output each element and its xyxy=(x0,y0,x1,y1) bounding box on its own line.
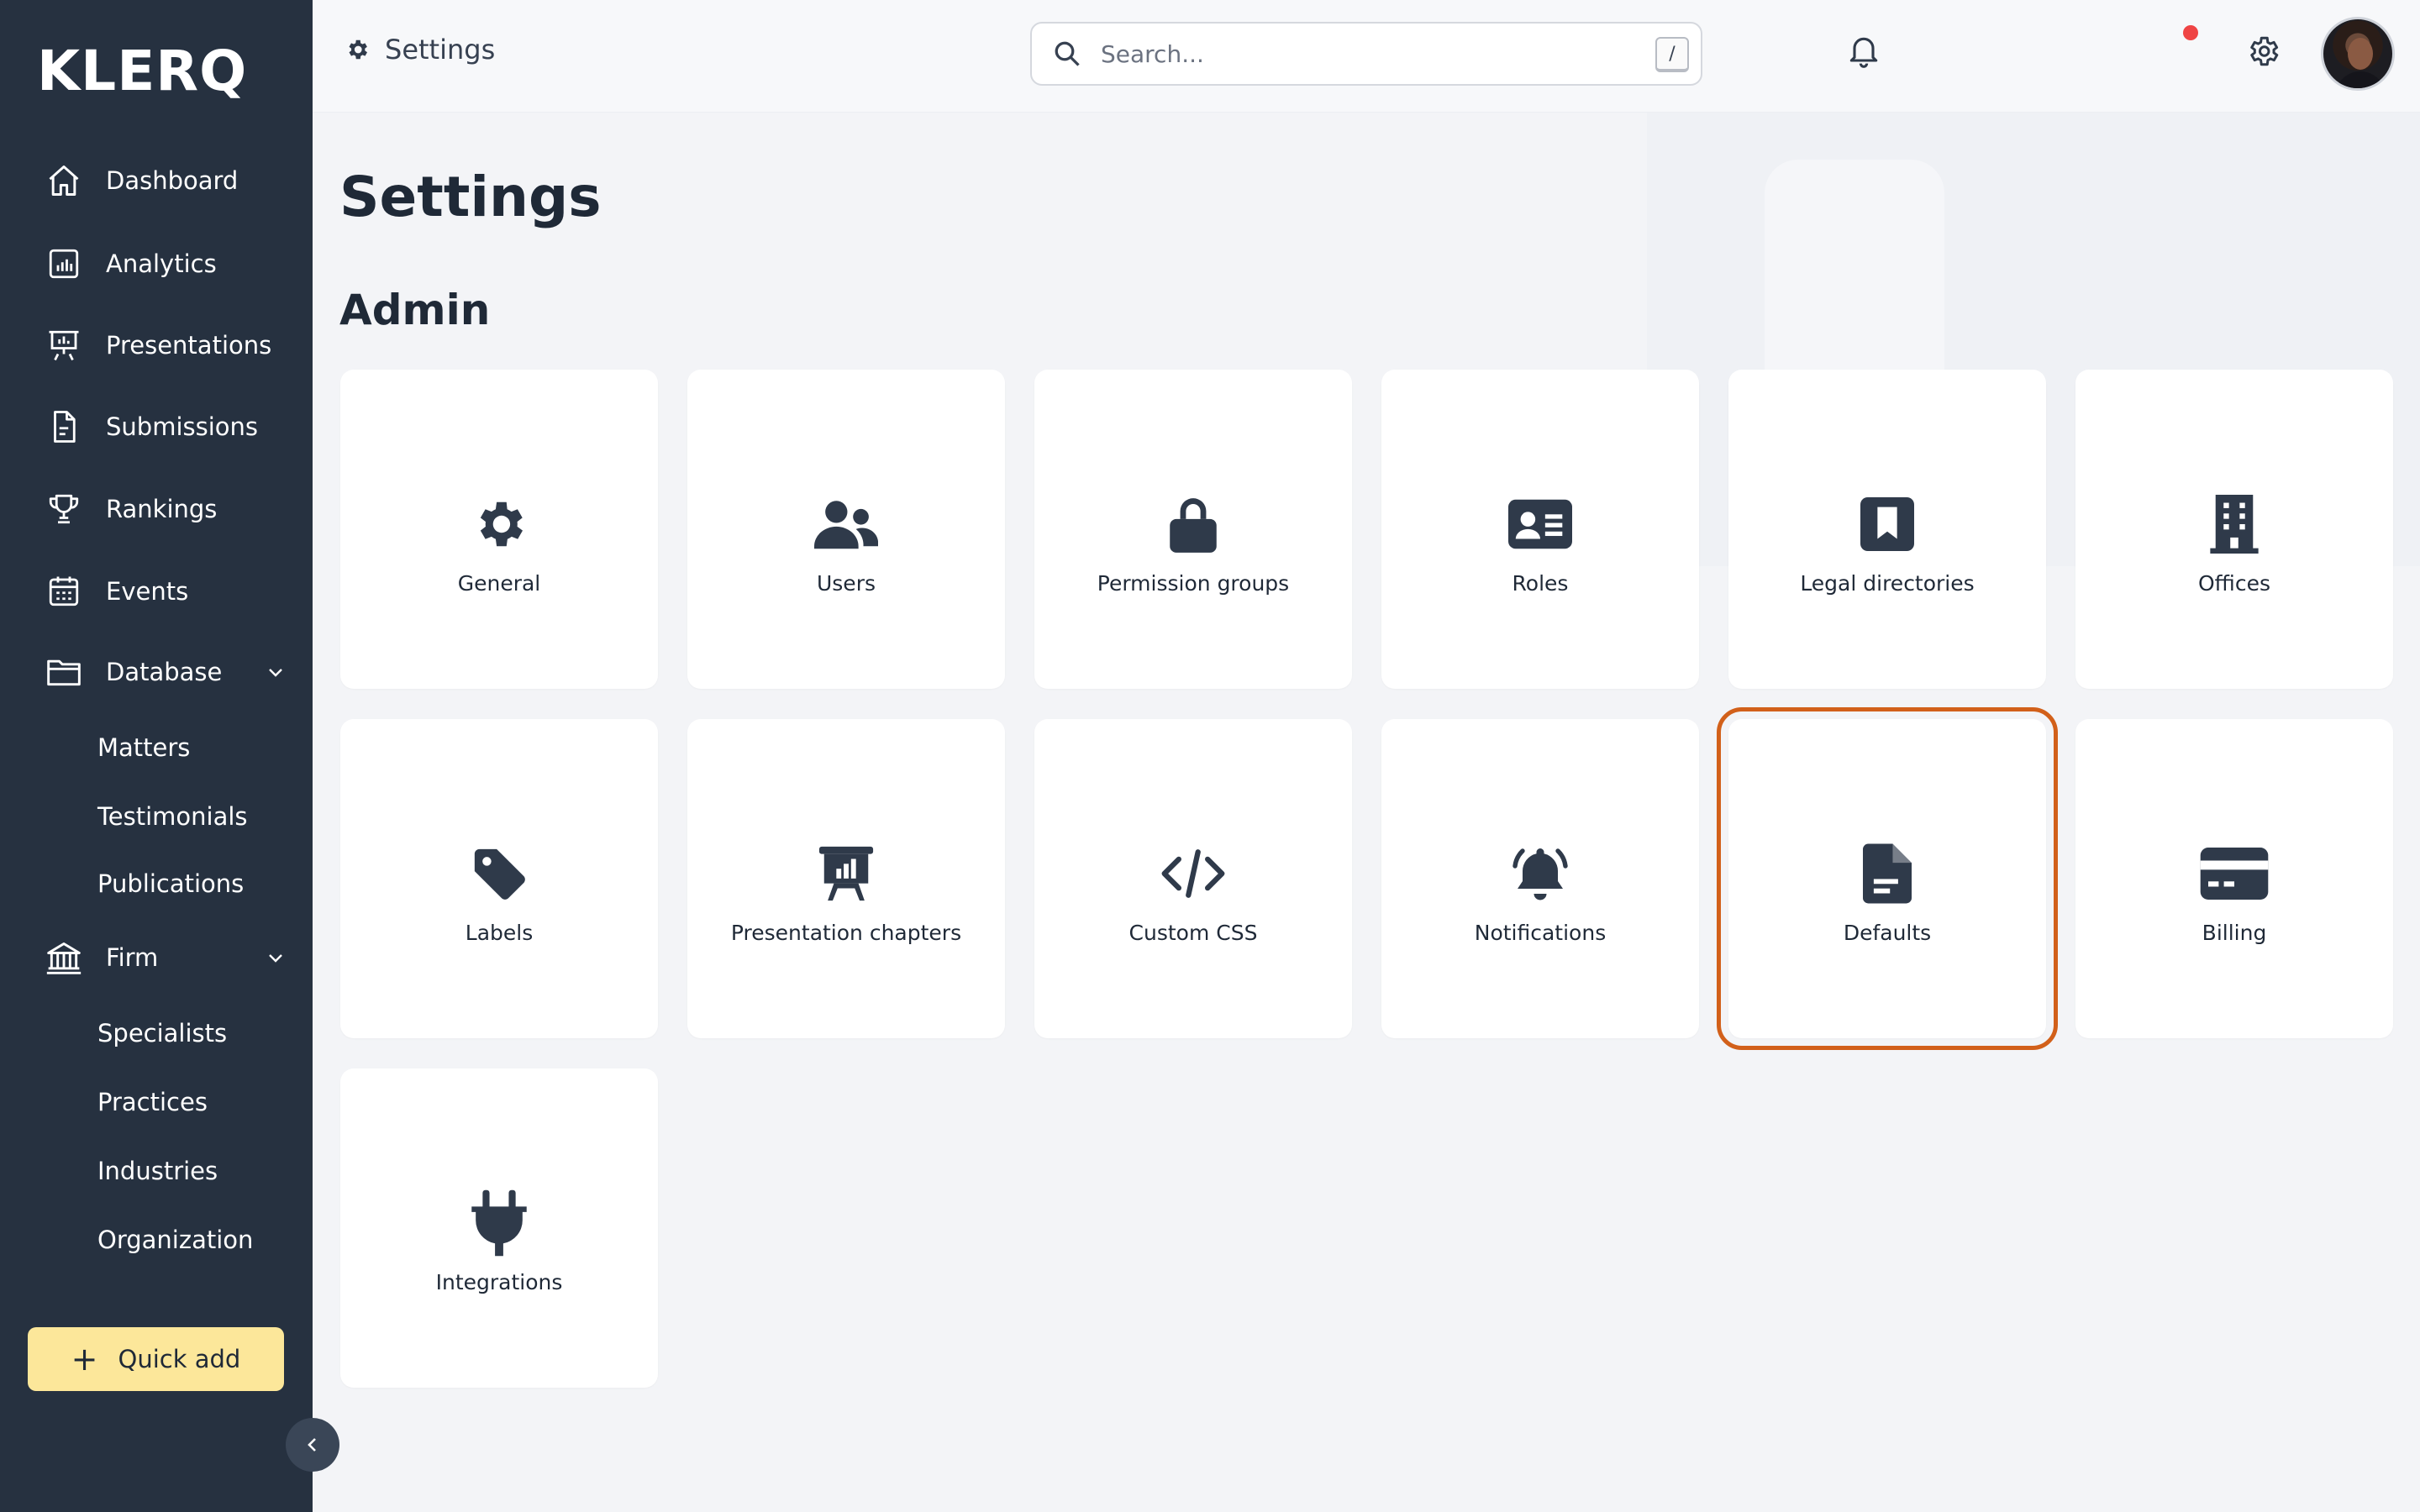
page-title: Settings xyxy=(339,165,602,229)
settings-button[interactable] xyxy=(2245,34,2281,72)
sidebar-item-label: Events xyxy=(106,577,189,606)
sidebar-item-rankings[interactable]: Rankings xyxy=(44,475,296,543)
card-label: Defaults xyxy=(1843,921,1932,945)
gear-icon xyxy=(349,39,367,60)
credit-card-icon xyxy=(2075,842,2393,906)
section-title: Admin xyxy=(339,286,491,334)
plug-icon xyxy=(340,1189,658,1257)
sidebar-item-presentations[interactable]: Presentations xyxy=(44,312,296,379)
presentation-chart-icon xyxy=(687,842,1005,906)
card-label: Offices xyxy=(2198,571,2270,596)
sidebar-item-label: Database xyxy=(106,658,223,686)
sidebar-item-analytics[interactable]: Analytics xyxy=(44,230,296,297)
collapse-sidebar-button[interactable] xyxy=(286,1418,339,1472)
tag-icon xyxy=(340,842,658,906)
presentation-icon xyxy=(44,325,84,365)
bank-icon xyxy=(44,937,84,978)
card-label: Users xyxy=(816,571,876,596)
chevron-down-icon[interactable] xyxy=(266,662,286,685)
sidebar-item-database[interactable]: Database xyxy=(44,638,296,706)
breadcrumb: Settings xyxy=(345,34,495,66)
analytics-icon xyxy=(44,244,84,284)
settings-card-permission-groups[interactable]: Permission groups xyxy=(1034,370,1352,689)
sidebar-item-events[interactable]: Events xyxy=(44,558,296,625)
breadcrumb-label: Settings xyxy=(385,34,496,66)
code-icon xyxy=(1034,842,1352,906)
gear-icon xyxy=(2250,36,2279,66)
card-label: Labels xyxy=(465,921,534,945)
sidebar-subitem-industries[interactable]: Industries xyxy=(97,1144,218,1198)
document-icon xyxy=(44,407,84,447)
settings-card-offices[interactable]: Offices xyxy=(2075,370,2393,689)
bookmark-icon xyxy=(1728,492,2046,556)
card-label: Presentation chapters xyxy=(730,921,962,945)
settings-card-labels[interactable]: Labels xyxy=(340,719,658,1038)
settings-card-roles[interactable]: Roles xyxy=(1381,370,1699,689)
avatar[interactable] xyxy=(2321,17,2395,91)
card-label: Permission groups xyxy=(1097,571,1290,596)
app-logo[interactable]: KLERQ xyxy=(37,39,247,103)
sidebar-item-dashboard[interactable]: Dashboard xyxy=(44,147,296,214)
card-label: Billing xyxy=(2202,921,2267,945)
sidebar-item-label: Rankings xyxy=(106,495,218,523)
sidebar: KLERQ Dashboard Analytics Presentations … xyxy=(0,0,313,1512)
settings-card-integrations[interactable]: Integrations xyxy=(340,1068,658,1388)
sidebar-subitem-organization[interactable]: Organization xyxy=(97,1213,253,1267)
card-label: Legal directories xyxy=(1800,571,1975,596)
quick-add-label: Quick add xyxy=(118,1345,241,1373)
card-label: Integrations xyxy=(435,1270,563,1294)
sidebar-item-submissions[interactable]: Submissions xyxy=(44,393,296,460)
notification-badge xyxy=(2183,25,2198,40)
notifications-button[interactable] xyxy=(1845,32,1882,74)
trophy-icon xyxy=(44,489,84,529)
card-label: General xyxy=(457,571,541,596)
chevron-left-icon xyxy=(308,1438,316,1452)
building-icon xyxy=(2075,492,2393,556)
card-label: Notifications xyxy=(1474,921,1607,945)
sidebar-item-label: Firm xyxy=(106,943,159,972)
settings-card-billing[interactable]: Billing xyxy=(2075,719,2393,1038)
bell-ring-icon xyxy=(1381,842,1699,906)
settings-card-defaults[interactable]: Defaults xyxy=(1717,707,2058,1050)
sidebar-subitem-publications[interactable]: Publications xyxy=(97,857,244,911)
lock-icon xyxy=(1034,492,1352,556)
users-icon xyxy=(687,492,1005,556)
sidebar-item-label: Presentations xyxy=(106,331,272,360)
search-bar[interactable]: / xyxy=(1030,22,1702,86)
settings-card-users[interactable]: Users xyxy=(687,370,1005,689)
search-shortcut-key: / xyxy=(1655,37,1689,72)
sidebar-item-label: Dashboard xyxy=(106,166,239,195)
home-icon xyxy=(44,160,84,201)
search-input[interactable] xyxy=(1101,39,1605,68)
gear-icon xyxy=(340,492,658,556)
sidebar-item-label: Analytics xyxy=(106,249,217,278)
chevron-down-icon[interactable] xyxy=(266,948,286,971)
search-icon xyxy=(1055,41,1080,66)
sidebar-subitem-matters[interactable]: Matters xyxy=(97,721,190,774)
topbar: Settings / xyxy=(313,0,2420,113)
calendar-icon xyxy=(44,571,84,612)
bell-icon xyxy=(1849,37,1878,68)
sidebar-subitem-specialists[interactable]: Specialists xyxy=(97,1006,227,1060)
sidebar-item-label: Submissions xyxy=(106,412,259,441)
card-label: Custom CSS xyxy=(1128,921,1258,945)
sidebar-item-firm[interactable]: Firm xyxy=(44,924,296,991)
sidebar-subitem-testimonials[interactable]: Testimonials xyxy=(97,790,248,843)
avatar-face xyxy=(2348,38,2373,70)
id-card-icon xyxy=(1381,492,1699,556)
quick-add-button[interactable]: + Quick add xyxy=(28,1327,284,1391)
settings-card-presentation-chapters[interactable]: Presentation chapters xyxy=(687,719,1005,1038)
file-icon xyxy=(1728,842,2046,906)
settings-card-legal-directories[interactable]: Legal directories xyxy=(1728,370,2046,689)
settings-card-custom-css[interactable]: Custom CSS xyxy=(1034,719,1352,1038)
sidebar-subitem-practices[interactable]: Practices xyxy=(97,1075,208,1129)
settings-card-notifications[interactable]: Notifications xyxy=(1381,719,1699,1038)
card-label: Roles xyxy=(1512,571,1569,596)
avatar-body xyxy=(2335,71,2386,88)
folder-icon xyxy=(44,652,84,692)
plus-icon: + xyxy=(71,1341,98,1378)
settings-card-general[interactable]: General xyxy=(340,370,658,689)
